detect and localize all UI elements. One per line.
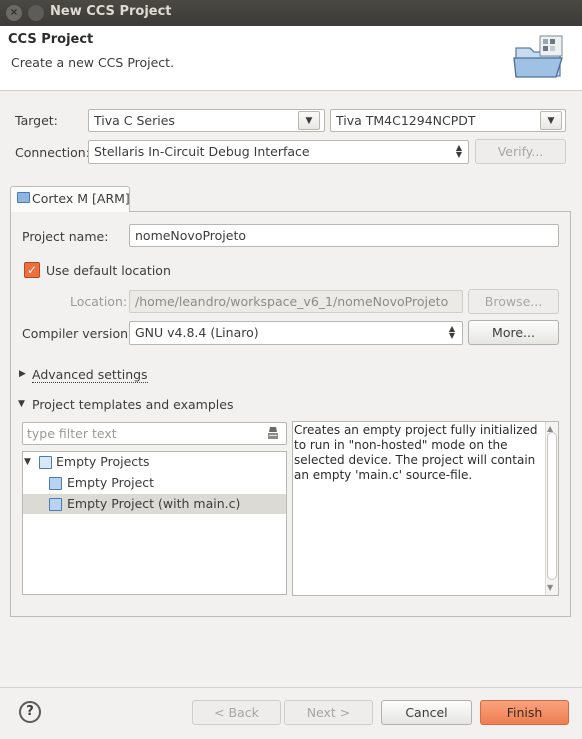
project-name-label: Project name: <box>22 229 109 244</box>
connection-select[interactable]: Stellaris In-Circuit Debug Interface <box>88 140 469 164</box>
more-button[interactable]: More... <box>468 320 559 345</box>
close-window-button[interactable]: × <box>6 5 22 21</box>
compiler-version-value: GNU v4.8.4 (Linaro) <box>135 325 259 340</box>
project-name-value: nomeNovoProjeto <box>135 228 247 243</box>
location-value: /home/leandro/workspace_v6_1/nomeNovoPro… <box>135 294 449 309</box>
project-template-icon <box>49 498 62 511</box>
folder-wizard-icon <box>513 35 563 78</box>
updown-arrows-icon: ▲ ▼ <box>448 324 456 340</box>
target-device-combo[interactable]: Tiva TM4C1294NCPDT <box>330 109 566 132</box>
scrollbar-thumb[interactable] <box>547 432 557 580</box>
tree-item-empty-project[interactable]: Empty Project <box>23 473 286 493</box>
tree-item-label: Empty Project (with main.c) <box>67 496 241 511</box>
advanced-settings-toggle[interactable]: Advanced settings <box>32 367 148 383</box>
footer-divider <box>0 687 582 688</box>
window-title: New CCS Project <box>50 4 172 19</box>
tree-item-empty-projects[interactable]: ▼ Empty Projects <box>23 452 286 472</box>
template-filter-placeholder: type filter text <box>27 426 117 441</box>
target-label: Target: <box>15 113 58 128</box>
tree-item-label: Empty Project <box>67 475 155 490</box>
use-default-location-label: Use default location <box>46 263 171 278</box>
connection-label: Connection: <box>15 145 90 160</box>
tab-cortex-m-label: Cortex M [ARM] <box>32 191 130 206</box>
target-family-value: Tiva C Series <box>94 113 175 128</box>
verify-button[interactable]: Verify... <box>475 139 566 164</box>
location-label: Location: <box>70 294 128 309</box>
scroll-down-icon[interactable]: ▼ <box>547 583 553 592</box>
next-button[interactable]: Next > <box>284 700 373 725</box>
target-family-combo[interactable]: Tiva C Series <box>88 109 325 132</box>
chevron-right-icon[interactable]: ▶ <box>19 369 26 379</box>
template-description: Creates an empty project fully initializ… <box>294 423 538 482</box>
help-icon[interactable]: ? <box>19 701 41 723</box>
banner-divider <box>0 90 582 91</box>
minimize-window-button[interactable] <box>28 5 44 21</box>
target-device-value: Tiva TM4C1294NCPDT <box>336 113 476 128</box>
finish-button[interactable]: Finish <box>480 700 569 725</box>
back-button[interactable]: < Back <box>192 700 281 725</box>
cancel-button[interactable]: Cancel <box>381 700 472 725</box>
location-input[interactable]: /home/leandro/workspace_v6_1/nomeNovoPro… <box>129 290 463 313</box>
chevron-down-icon[interactable]: ▼ <box>540 111 562 130</box>
page-subtitle: Create a new CCS Project. <box>11 55 175 70</box>
project-name-input[interactable]: nomeNovoProjeto <box>129 224 559 247</box>
cpu-folder-icon <box>17 192 30 203</box>
clear-filter-icon[interactable] <box>267 426 279 440</box>
chevron-down-icon[interactable]: ▼ <box>18 399 25 409</box>
updown-arrows-icon: ▲ ▼ <box>455 143 463 159</box>
compiler-version-label: Compiler version: <box>22 326 133 341</box>
connection-value: Stellaris In-Circuit Debug Interface <box>94 144 310 159</box>
tree-item-empty-project-main-c[interactable]: Empty Project (with main.c) <box>23 494 286 514</box>
page-title: CCS Project <box>8 32 94 47</box>
project-templates-toggle[interactable]: Project templates and examples <box>32 397 233 412</box>
tree-item-label: Empty Projects <box>56 454 150 469</box>
chevron-down-icon[interactable]: ▼ <box>298 111 320 130</box>
description-scrollbar[interactable]: ▲ ▼ <box>545 422 558 595</box>
browse-button[interactable]: Browse... <box>468 289 559 314</box>
project-group-icon <box>39 456 52 469</box>
project-template-icon <box>49 477 62 490</box>
compiler-version-select[interactable]: GNU v4.8.4 (Linaro) <box>129 321 463 345</box>
expand-arrow-icon[interactable]: ▼ <box>24 452 31 472</box>
use-default-location-checkbox[interactable]: ✓ <box>24 262 40 278</box>
